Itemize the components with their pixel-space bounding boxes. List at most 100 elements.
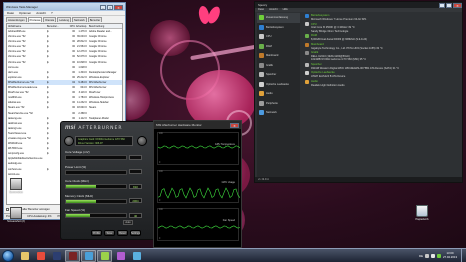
sidebar-item[interactable]: Netzwerk	[257, 108, 300, 118]
slider-value: 2004	[129, 198, 142, 203]
menu-item[interactable]: Datei	[258, 8, 264, 12]
menu-item[interactable]: Optionen	[19, 11, 31, 15]
taskbar-button[interactable]	[81, 249, 96, 262]
sidebar-item[interactable]: CPU	[257, 32, 300, 42]
desktop-icon-screenshot[interactable]: Screenshot	[4, 178, 28, 194]
kombustor-knob[interactable]	[137, 136, 147, 146]
maximize-button[interactable]: □	[107, 4, 113, 10]
tab-dienste[interactable]: Dienste	[43, 17, 57, 22]
column-header[interactable]: Benutzer...	[47, 24, 69, 28]
sidebar-item[interactable]: Zusammenfassung	[257, 13, 300, 23]
menu-item[interactable]: ?	[51, 11, 53, 15]
section-value: 1024MB NVIDIA GeForce GTX 560 (MSI) 35 °…	[311, 58, 367, 62]
clock[interactable]: 13:09 27.02.2013	[443, 251, 457, 259]
menu-item[interactable]: Datei	[7, 11, 14, 15]
close-button[interactable]: ✕	[230, 122, 239, 128]
fan-auto-button[interactable]: Auto	[123, 220, 133, 225]
close-button[interactable]: ✕	[114, 4, 123, 10]
desktop-icon-screenshot-2[interactable]: Screenshot (2)	[4, 207, 28, 223]
maximize-button[interactable]: □	[446, 2, 452, 8]
tab-netzwerk[interactable]: Netzwerk	[72, 17, 87, 22]
sidebar-item-icon	[259, 91, 264, 97]
sidebar-item[interactable]: Audio	[257, 89, 300, 99]
task-manager-titlebar[interactable]: Windows Task-Manager – □ ✕	[4, 3, 125, 11]
hardware-monitor-title: MSI Afterburner Hardware Monitor	[156, 123, 202, 127]
tab-leistung[interactable]: Leistung	[57, 17, 72, 22]
speccy-version: v1.19.411	[255, 177, 462, 182]
sidebar-item[interactable]: Betriebssystem	[257, 23, 300, 33]
monitor-graph: 100 0 Fan Speed	[157, 208, 240, 241]
slider-label: Fan Speed (%)	[65, 208, 86, 212]
tab-prozesse[interactable]: Prozesse	[27, 17, 43, 22]
desktop-icon-recycle-bin[interactable]: Papierkorb	[410, 205, 434, 221]
slider-track[interactable]	[65, 213, 127, 218]
sidebar-item[interactable]: Grafik	[257, 61, 300, 71]
menu-item[interactable]: Ansicht	[36, 11, 46, 15]
clock-date: 27.02.2013	[443, 254, 457, 259]
slider-value: 810	[129, 183, 142, 189]
desktop-icon-label: Screenshot	[9, 191, 23, 194]
explorer-icon	[20, 251, 29, 260]
save-button[interactable]: Save	[104, 230, 115, 236]
section-icon	[305, 79, 309, 84]
sidebar-item-icon	[259, 81, 264, 87]
sidebar-item[interactable]: Peripherie	[257, 99, 300, 109]
slider-label: Core Clock (MHz)	[65, 179, 89, 183]
taskbar-button[interactable]	[49, 250, 64, 262]
recycle-bin-icon	[416, 205, 428, 217]
menu-item[interactable]: Hilfe	[283, 8, 288, 12]
sidebar-item[interactable]: RAM	[257, 42, 300, 52]
column-header[interactable]: Arbeitssp.	[75, 24, 88, 28]
taskbar-button[interactable]	[129, 250, 144, 262]
start-button[interactable]	[2, 249, 14, 262]
slider: Core Clock (MHz) 810	[65, 179, 143, 192]
section-icon	[305, 14, 309, 18]
summary-section: Betriebssystem Microsoft Windows 7 Home P…	[305, 14, 458, 21]
summary-section: Speicher 931GB Western Digital WDC WD10EA…	[305, 62, 458, 70]
afterburner-window: msi AFTERBURNER Graphics Card: NVIDIA Ge…	[60, 121, 158, 240]
volume-icon[interactable]	[431, 253, 435, 258]
close-button[interactable]: ✕	[453, 2, 462, 8]
show-desktop-button[interactable]	[461, 248, 466, 262]
minimize-button[interactable]: –	[439, 2, 445, 8]
slider-track[interactable]	[65, 184, 127, 189]
slider-track[interactable]	[65, 198, 127, 204]
slider-label: Core Voltage (mV)	[65, 150, 90, 154]
slider-track[interactable]	[65, 169, 127, 175]
slider-track[interactable]	[65, 155, 127, 160]
afterburner-tray-icon[interactable]	[437, 253, 441, 258]
tab-benutzer[interactable]: Benutzer	[87, 17, 103, 22]
speccy-sidebar: Zusammenfassung Betriebssystem CPU RAM Mainb…	[257, 13, 300, 179]
settings-button[interactable]: Settings	[130, 230, 141, 236]
speccy-icon	[100, 251, 109, 260]
sidebar-item-label: Zusammenfassung	[266, 16, 289, 20]
profile-button[interactable]: Profile	[91, 230, 102, 236]
slider: Core Voltage (mV)	[65, 150, 143, 163]
hardware-monitor-titlebar[interactable]: MSI Afterburner Hardware Monitor ✕	[154, 121, 241, 129]
taskbar-button[interactable]	[65, 249, 80, 262]
taskbar-button[interactable]	[113, 250, 128, 262]
table-cell: wininit.exe	[8, 172, 20, 176]
slider-fill	[66, 199, 96, 203]
sidebar-item[interactable]: Mainboard	[257, 51, 300, 61]
slider-fill	[66, 214, 90, 217]
language-indicator[interactable]: DE	[419, 254, 423, 258]
window-title: Windows Task-Manager	[6, 5, 38, 9]
sidebar-item[interactable]: Speicher	[257, 70, 300, 80]
minimize-button[interactable]: –	[100, 4, 106, 10]
afterburner-header[interactable]: msi AFTERBURNER	[61, 122, 157, 134]
menu-item[interactable]: Ansicht	[269, 8, 278, 12]
taskbar-button[interactable]	[33, 250, 48, 262]
taskbar-button[interactable]	[17, 250, 32, 262]
section-value: ATAPI iHAS124 B ATA Device	[311, 75, 346, 79]
reset-button[interactable]: Reset	[117, 230, 128, 236]
column-header[interactable]: Abbildname	[7, 24, 47, 28]
section-icon	[305, 62, 309, 67]
network-icon[interactable]	[425, 253, 429, 258]
section-value: Realtek High Definition Audio	[311, 83, 345, 87]
info-knob[interactable]	[64, 136, 74, 146]
column-header[interactable]: Beschreibung	[88, 24, 122, 28]
taskbar-button[interactable]	[97, 249, 112, 262]
sidebar-item[interactable]: Optische Laufwerke	[257, 80, 300, 90]
tab-anwendungen[interactable]: Anwendungen	[6, 17, 27, 22]
